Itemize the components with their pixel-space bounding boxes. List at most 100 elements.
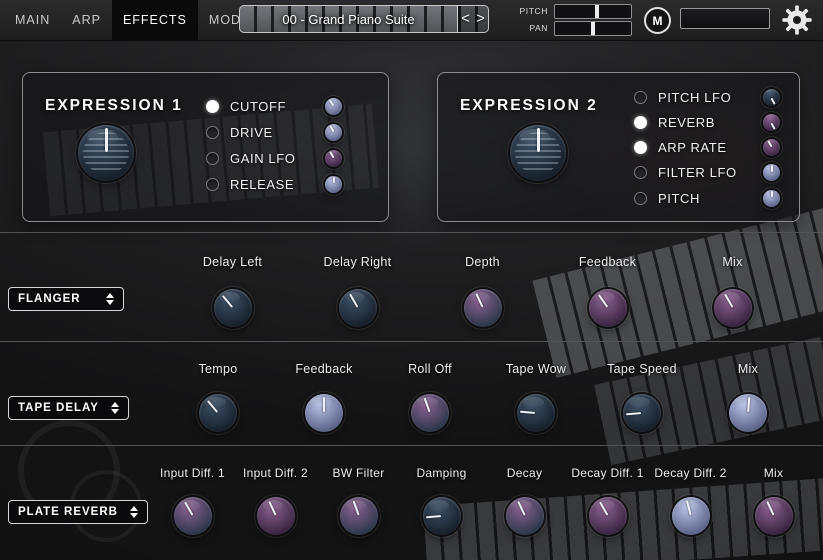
- knob-pointer-line: [352, 500, 359, 515]
- effect-type-dropdown-flanger[interactable]: FLANGER: [8, 287, 124, 311]
- fx-knob-tape-delay-feedback[interactable]: [305, 394, 343, 432]
- tab-main[interactable]: MAIN: [4, 0, 61, 40]
- knob-pointer: [406, 389, 455, 438]
- fx-knob-tape-delay-tape-speed[interactable]: [623, 394, 661, 432]
- fx-knob-tape-delay-mix[interactable]: [729, 394, 767, 432]
- knob-cell: BW Filter: [317, 466, 400, 535]
- knob-pointer: [457, 283, 507, 333]
- fx-knob-plate-reverb-damping[interactable]: [423, 497, 461, 535]
- arrow-down-icon: [130, 513, 138, 518]
- knob-pointer: [206, 281, 260, 335]
- expression2-option-pitch[interactable]: PITCH: [634, 189, 780, 207]
- option-label: FILTER LFO: [658, 165, 763, 180]
- knob-pointer: [78, 125, 134, 181]
- fx-knob-tape-delay-tempo[interactable]: [199, 394, 237, 432]
- fx-knob-plate-reverb-bw-filter[interactable]: [340, 497, 378, 535]
- knob-pointer-line: [766, 501, 774, 516]
- radio-indicator[interactable]: [634, 91, 647, 104]
- fx-knob-plate-reverb-input-diff-1[interactable]: [174, 497, 212, 535]
- expression1-option-cutoff[interactable]: CUTOFF: [206, 97, 342, 115]
- knob-pointer-line: [537, 128, 540, 152]
- radio-indicator[interactable]: [634, 116, 647, 129]
- effect-type-label: FLANGER: [18, 293, 81, 305]
- expression2-mini-knob-pitch[interactable]: [763, 190, 780, 207]
- expression1-panel: EXPRESSION 1 CUTOFFDRIVEGAIN LFORELEASE: [22, 72, 389, 222]
- knob-label: Roll Off: [408, 362, 452, 376]
- expression2-mini-knob-reverb[interactable]: [763, 114, 780, 131]
- expression2-option-pitch-lfo[interactable]: PITCH LFO: [634, 88, 780, 106]
- knob-cell: Feedback: [271, 362, 377, 432]
- knob-label: Input Diff. 2: [243, 466, 308, 480]
- effect-type-dropdown-tape-delay[interactable]: TAPE DELAY: [8, 396, 129, 420]
- fx-knob-plate-reverb-decay[interactable]: [506, 497, 544, 535]
- radio-indicator[interactable]: [634, 192, 647, 205]
- fx-knob-plate-reverb-input-diff-2[interactable]: [257, 497, 295, 535]
- preset-selector[interactable]: 00 - Grand Piano Suite < >: [239, 5, 489, 33]
- expression1-mini-knob-gain-lfo[interactable]: [325, 150, 342, 167]
- radio-indicator[interactable]: [634, 166, 647, 179]
- expression2-mini-knob-filter-lfo[interactable]: [763, 164, 780, 181]
- fx-knob-plate-reverb-decay-diff-1[interactable]: [589, 497, 627, 535]
- knob-label: Tape Wow: [506, 362, 567, 376]
- radio-indicator[interactable]: [206, 152, 219, 165]
- expression1-option-release[interactable]: RELEASE: [206, 175, 342, 193]
- knob-cell: Input Diff. 2: [234, 466, 317, 535]
- fx-knob-tape-delay-tape-wow[interactable]: [517, 394, 555, 432]
- expression2-title: EXPRESSION 2: [460, 97, 598, 115]
- updown-arrows-icon: [130, 506, 138, 518]
- knob-pointer-line: [771, 97, 776, 104]
- knob-pointer: [167, 490, 219, 542]
- expression1-mini-knob-cutoff[interactable]: [325, 98, 342, 115]
- pan-slider-handle[interactable]: [591, 22, 595, 35]
- fx-knob-flanger-delay-right[interactable]: [339, 289, 377, 327]
- expression2-mini-knob-arp-rate[interactable]: [763, 139, 780, 156]
- knob-pointer: [760, 111, 783, 134]
- fx-knob-flanger-delay-left[interactable]: [214, 289, 252, 327]
- fx-knob-flanger-depth[interactable]: [464, 289, 502, 327]
- fx-knob-plate-reverb-mix[interactable]: [755, 497, 793, 535]
- knob-label: BW Filter: [332, 466, 384, 480]
- fx-knob-tape-delay-roll-off[interactable]: [411, 394, 449, 432]
- pan-slider[interactable]: [554, 21, 632, 36]
- pan-row: PAN: [514, 21, 632, 35]
- knob-pointer-line: [747, 397, 750, 412]
- expression1-mini-knob-drive[interactable]: [325, 124, 342, 141]
- knob-pointer: [582, 490, 634, 542]
- knob-cells: Input Diff. 1Input Diff. 2BW FilterDampi…: [151, 466, 823, 535]
- effect-type-dropdown-plate-reverb[interactable]: PLATE REVERB: [8, 500, 148, 524]
- fx-knob-flanger-feedback[interactable]: [589, 289, 627, 327]
- expression2-macro-knob[interactable]: [510, 125, 566, 181]
- pitch-slider-handle[interactable]: [595, 5, 599, 18]
- expression2-option-filter-lfo[interactable]: FILTER LFO: [634, 164, 780, 182]
- radio-indicator[interactable]: [634, 141, 647, 154]
- settings-gear-icon[interactable]: [781, 4, 813, 36]
- knob-pointer: [250, 491, 300, 541]
- radio-indicator[interactable]: [206, 100, 219, 113]
- mono-button[interactable]: M: [644, 7, 671, 34]
- arrow-down-icon: [111, 409, 119, 414]
- pitch-slider[interactable]: [554, 4, 632, 19]
- knob-cell: Tape Speed: [589, 362, 695, 432]
- expression2-option-arp-rate[interactable]: ARP RATE: [634, 139, 780, 157]
- volume-bar[interactable]: [680, 8, 770, 29]
- expression1-macro-knob[interactable]: [78, 125, 134, 181]
- expression1-option-drive[interactable]: DRIVE: [206, 123, 342, 141]
- tab-effects[interactable]: EFFECTS: [112, 0, 198, 40]
- expression2-mini-knob-pitch-lfo[interactable]: [763, 89, 780, 106]
- preset-next-button[interactable]: >: [473, 6, 488, 32]
- radio-indicator[interactable]: [206, 126, 219, 139]
- fx-knob-plate-reverb-decay-diff-2[interactable]: [672, 497, 710, 535]
- arrow-up-icon: [111, 402, 119, 407]
- knob-pointer-line: [207, 400, 218, 413]
- expression2-option-reverb[interactable]: REVERB: [634, 113, 780, 131]
- tab-arp[interactable]: ARP: [61, 0, 112, 40]
- updown-arrows-icon: [111, 402, 119, 414]
- option-label: PITCH LFO: [658, 90, 763, 105]
- expression1-options: CUTOFF DRIVE GAIN LFO RELEASE: [206, 97, 342, 193]
- radio-indicator[interactable]: [206, 178, 219, 191]
- expression1-option-gain-lfo[interactable]: GAIN LFO: [206, 149, 342, 167]
- expression1-mini-knob-release[interactable]: [325, 176, 342, 193]
- preset-prev-button[interactable]: <: [458, 6, 473, 32]
- knob-pointer-line: [221, 295, 232, 308]
- fx-knob-flanger-mix[interactable]: [714, 289, 752, 327]
